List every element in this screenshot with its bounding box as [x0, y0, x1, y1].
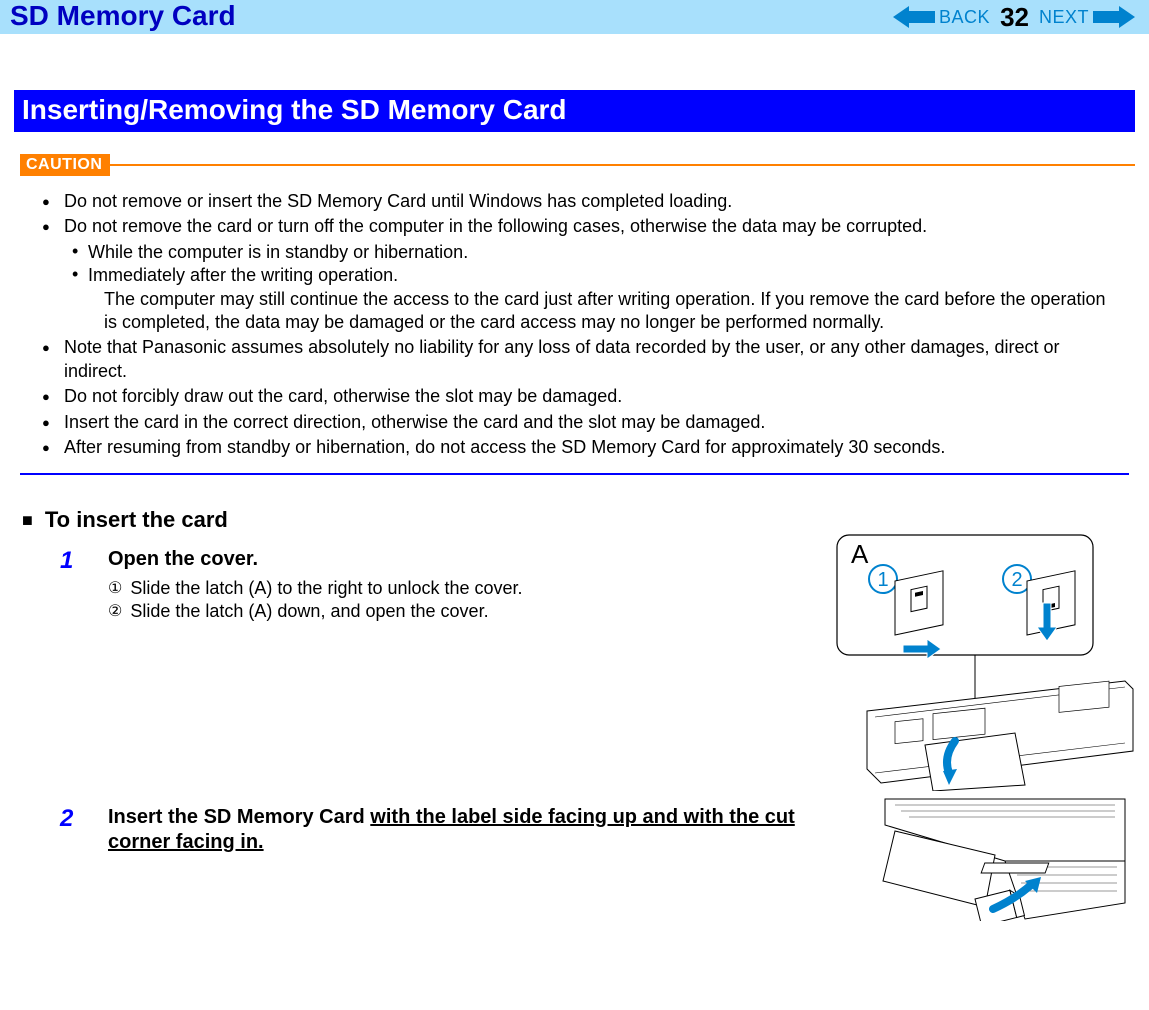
caution-item: Do not remove the card or turn off the c… — [42, 215, 1121, 334]
divider — [20, 473, 1129, 475]
subsection-heading-row: ■ To insert the card — [22, 507, 1135, 533]
top-banner: SD Memory Card BACK 32 NEXT — [0, 0, 1149, 34]
back-arrow-icon[interactable] — [893, 6, 935, 28]
caution-item: Do not forcibly draw out the card, other… — [42, 385, 1121, 408]
caution-subitem-text: Immediately after the writing operation. — [88, 265, 398, 285]
caution-sublist: While the computer is in standby or hibe… — [72, 241, 1121, 335]
step-row: 1 Open the cover. ① Slide the latch (A) … — [60, 547, 805, 624]
caution-item: Do not remove or insert the SD Memory Ca… — [42, 190, 1121, 213]
caution-header: CAUTION — [20, 154, 1135, 176]
page-number: 32 — [1000, 2, 1029, 33]
caution-label: CAUTION — [20, 154, 110, 176]
circled-number-icon: ① — [108, 578, 122, 599]
circled-number-icon: ② — [108, 601, 122, 622]
back-button[interactable]: BACK — [939, 7, 990, 28]
subsection-heading: To insert the card — [45, 507, 228, 533]
step-substeps: ① Slide the latch (A) to the right to un… — [108, 578, 805, 622]
caution-subitem: While the computer is in standby or hibe… — [72, 241, 1121, 264]
caution-item: Insert the card in the correct direction… — [42, 411, 1121, 434]
square-bullet-icon: ■ — [22, 510, 33, 531]
step-title-prefix: Insert the SD Memory Card — [108, 806, 370, 828]
step-title: Insert the SD Memory Card with the label… — [108, 805, 805, 855]
step-body: Insert the SD Memory Card with the label… — [108, 805, 805, 855]
substep-text: Slide the latch (A) down, and open the c… — [130, 601, 488, 622]
svg-text:2: 2 — [1011, 569, 1022, 591]
page-title: SD Memory Card — [10, 0, 236, 32]
section-title: Inserting/Removing the SD Memory Card — [14, 90, 1135, 132]
caution-list: Do not remove or insert the SD Memory Ca… — [42, 190, 1121, 459]
label-a: A — [851, 539, 869, 569]
content-area: Inserting/Removing the SD Memory Card CA… — [0, 34, 1149, 921]
next-button[interactable]: NEXT — [1039, 7, 1089, 28]
substep-text: Slide the latch (A) to the right to unlo… — [130, 578, 522, 599]
svg-text:1: 1 — [877, 569, 888, 591]
caution-item-text: Do not remove the card or turn off the c… — [64, 216, 927, 236]
caution-item: Note that Panasonic assumes absolutely n… — [42, 336, 1121, 383]
nav-area: BACK 32 NEXT — [893, 0, 1149, 34]
illustration-insert-card — [825, 791, 1135, 921]
step-number: 1 — [60, 547, 80, 624]
step-title: Open the cover. — [108, 547, 805, 572]
caution-item: After resuming from standby or hibernati… — [42, 436, 1121, 459]
step-2-area: 2 Insert the SD Memory Card with the lab… — [14, 791, 1135, 921]
step-number: 2 — [60, 805, 80, 855]
caution-subitem-continue: The computer may still continue the acce… — [104, 288, 1121, 335]
substep: ① Slide the latch (A) to the right to un… — [108, 578, 805, 599]
step-1-area: 1 Open the cover. ① Slide the latch (A) … — [14, 533, 1135, 791]
substep: ② Slide the latch (A) down, and open the… — [108, 601, 805, 622]
caution-subitem: Immediately after the writing operation.… — [72, 264, 1121, 334]
next-arrow-icon[interactable] — [1093, 6, 1135, 28]
illustration-open-cover: A 1 2 — [825, 533, 1135, 791]
caution-rule — [110, 164, 1135, 166]
step-body: Open the cover. ① Slide the latch (A) to… — [108, 547, 805, 624]
step-row: 2 Insert the SD Memory Card with the lab… — [60, 805, 805, 855]
